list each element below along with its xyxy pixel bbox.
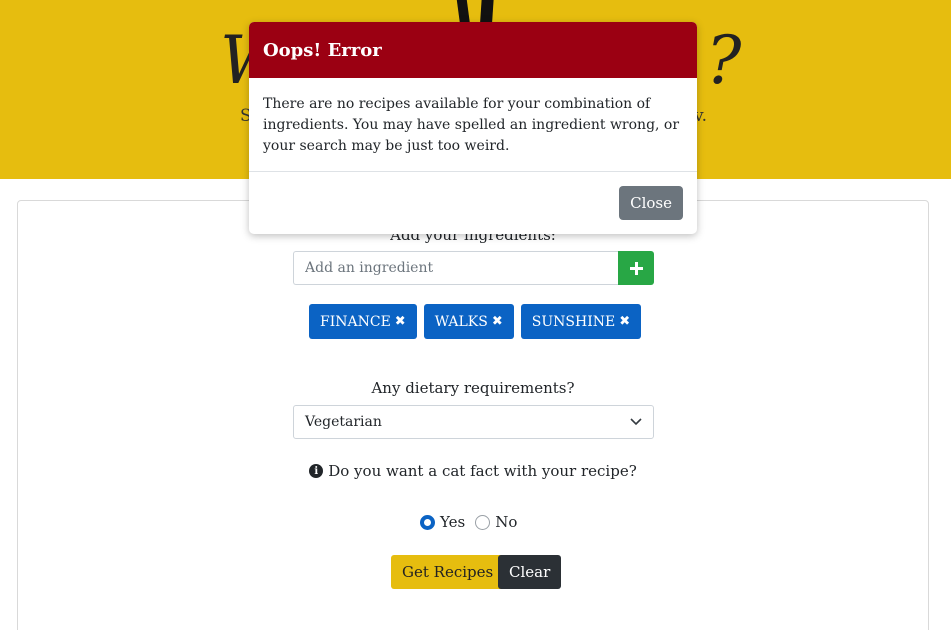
- modal-message: There are no recipes available for your …: [263, 96, 680, 154]
- modal-title: Oops! Error: [263, 39, 382, 61]
- modal-body: There are no recipes available for your …: [249, 78, 697, 172]
- error-modal: Oops! Error There are no recipes availab…: [249, 22, 697, 234]
- modal-footer: Close: [249, 172, 697, 234]
- modal-header: Oops! Error: [249, 22, 697, 78]
- close-button[interactable]: Close: [619, 186, 683, 220]
